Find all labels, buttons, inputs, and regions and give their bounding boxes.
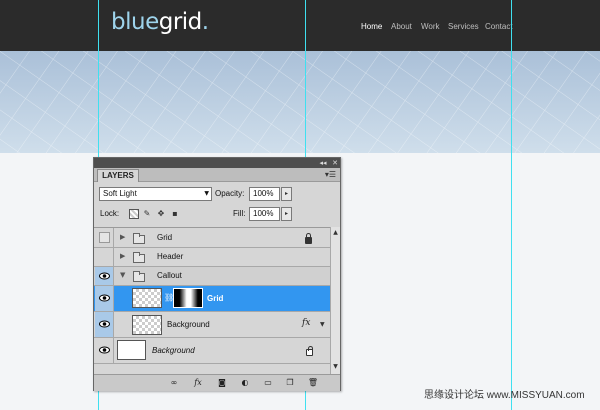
logo-part-blue: blue <box>111 9 159 35</box>
visibility-toggle[interactable] <box>95 248 114 266</box>
folder-open-icon <box>133 271 145 282</box>
fill-field[interactable]: 100% <box>249 207 280 221</box>
layer-row-callout-group[interactable]: ▼ Callout <box>94 267 330 286</box>
chevron-down-icon: ▼ <box>204 190 209 197</box>
new-group-icon[interactable]: ▭ <box>262 378 274 388</box>
layer-lock-icon <box>306 346 313 356</box>
link-layers-icon[interactable]: ∞ <box>168 378 180 388</box>
opacity-label: Opacity: <box>215 189 245 198</box>
guide-line-right[interactable] <box>511 0 512 410</box>
layer-row-background-base[interactable]: Background <box>94 338 330 364</box>
diagonal-grid-pattern <box>0 51 600 153</box>
site-header: bluegrid. Home About Work Services Conta… <box>0 0 600 51</box>
visibility-toggle[interactable] <box>95 286 114 311</box>
lock-label: Lock: <box>100 209 120 218</box>
logo-part-grid: grid <box>158 9 203 35</box>
eye-icon <box>99 294 110 302</box>
folder-icon <box>133 252 145 263</box>
layer-name: Grid <box>157 233 173 242</box>
layer-name: Background <box>167 320 210 329</box>
collapse-triangle-icon[interactable]: ▼ <box>120 271 125 279</box>
fill-slider-button[interactable]: ▸ <box>281 207 292 221</box>
nav-home[interactable]: Home <box>361 22 382 34</box>
tab-layers[interactable]: LAYERS <box>97 169 139 182</box>
eye-icon <box>99 320 110 328</box>
logo-dot: . <box>201 9 209 35</box>
nav-services[interactable]: Services <box>448 22 479 34</box>
collapse-icon[interactable]: ◂◂ <box>318 159 328 167</box>
scroll-down-icon[interactable]: ▼ <box>331 363 340 371</box>
lock-image-icon[interactable]: ✎ <box>142 209 152 219</box>
blend-mode-select[interactable]: Soft Light ▼ <box>99 187 212 201</box>
eye-icon <box>99 346 110 354</box>
layer-name: Background <box>152 346 195 355</box>
adjustment-layer-icon[interactable]: ◐ <box>239 378 251 388</box>
layer-thumbnail[interactable] <box>132 288 162 308</box>
layer-thumbnail[interactable] <box>117 340 146 360</box>
close-icon[interactable]: ✕ <box>330 159 340 167</box>
layer-row-header-group[interactable]: ▶ Header <box>94 248 330 267</box>
eye-icon <box>99 272 110 280</box>
opacity-field[interactable]: 100% <box>249 187 280 201</box>
nav-about[interactable]: About <box>391 22 412 34</box>
expand-triangle-icon[interactable]: ▶ <box>120 252 125 260</box>
folder-icon <box>133 233 145 244</box>
layer-name: Callout <box>157 271 182 280</box>
lock-all-icon[interactable]: ▪ <box>170 209 180 219</box>
nav-work[interactable]: Work <box>421 22 440 34</box>
add-style-fx-icon[interactable]: fx <box>192 378 204 388</box>
expand-triangle-icon[interactable]: ▶ <box>120 233 125 241</box>
site-watermark: 思缘设计论坛 www.MISSYUAN.com <box>424 390 585 401</box>
scroll-up-icon[interactable]: ▲ <box>331 229 340 237</box>
layer-thumbnail[interactable] <box>132 315 162 335</box>
visibility-toggle[interactable] <box>95 228 114 247</box>
site-logo[interactable]: bluegrid. <box>111 9 209 35</box>
new-layer-icon[interactable]: ❐ <box>284 378 296 388</box>
add-mask-icon[interactable]: ◙ <box>216 378 228 388</box>
blend-mode-value: Soft Light <box>103 189 137 198</box>
fill-label: Fill: <box>233 209 246 218</box>
hidden-eye-box[interactable] <box>99 232 110 243</box>
visibility-toggle[interactable] <box>95 312 114 337</box>
lock-position-icon[interactable]: ✥ <box>156 209 166 219</box>
nav-contact[interactable]: Contact <box>485 22 513 34</box>
layer-row-background-fx[interactable]: Background fx ▼ <box>94 312 330 338</box>
opacity-slider-button[interactable]: ▸ <box>281 187 292 201</box>
panel-footer: ∞ fx ◙ ◐ ▭ ❐ 🗑 <box>94 374 340 391</box>
layer-row-grid-group[interactable]: ▶ Grid <box>94 228 330 248</box>
hero-banner <box>0 51 600 153</box>
expand-effects-icon[interactable]: ▼ <box>320 321 325 328</box>
visibility-toggle[interactable] <box>95 267 114 285</box>
layer-lock-icon <box>305 233 312 244</box>
layers-scrollbar[interactable]: ▲ ▼ <box>330 227 340 374</box>
layer-name: Grid <box>207 294 224 303</box>
fx-icon[interactable]: fx <box>302 318 310 328</box>
panel-titlebar[interactable]: ◂◂ ✕ <box>94 158 340 168</box>
layer-name: Header <box>157 252 184 261</box>
layers-panel: ◂◂ ✕ LAYERS ▾☰ Soft Light ▼ Opacity: 100… <box>93 157 341 391</box>
layer-mask-thumbnail[interactable] <box>173 288 203 308</box>
panel-tabstrip: LAYERS ▾☰ <box>94 168 340 182</box>
trash-icon[interactable]: 🗑 <box>307 378 319 388</box>
layers-list: ▶ Grid ▶ Header ▼ Callout ⛓ Grid Backgro… <box>94 227 330 374</box>
layer-row-grid-selected[interactable]: ⛓ Grid <box>94 286 330 312</box>
lock-transparency-icon[interactable] <box>129 209 139 219</box>
panel-menu-icon[interactable]: ▾☰ <box>325 170 336 179</box>
visibility-toggle[interactable] <box>95 338 114 363</box>
